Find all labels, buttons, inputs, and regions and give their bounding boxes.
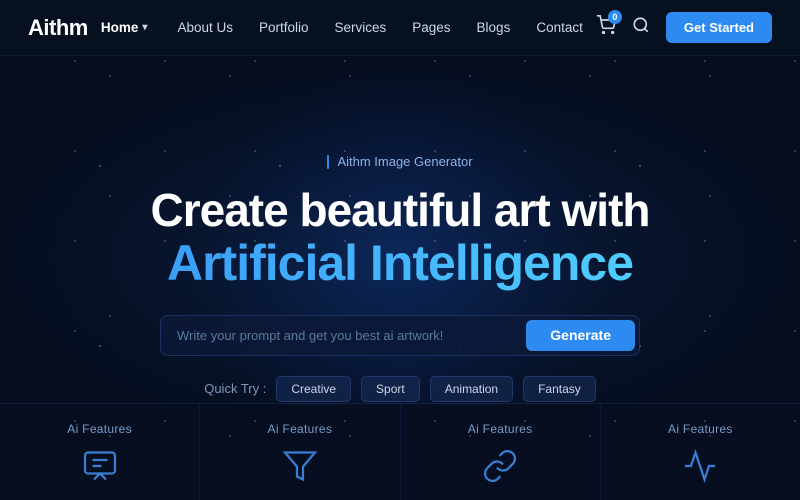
chevron-down-icon: ▾ — [142, 22, 147, 33]
nav-link-home[interactable]: Home ▾ — [101, 20, 152, 35]
feature-label-1: Ai Features — [67, 422, 132, 436]
feature-label-4: Ai Features — [668, 422, 733, 436]
feature-label-2: Ai Features — [268, 422, 333, 436]
nav-link-services[interactable]: Services — [335, 20, 387, 35]
nav-logo: Aithm — [28, 15, 88, 41]
prompt-input[interactable] — [161, 316, 522, 355]
generate-button[interactable]: Generate — [526, 320, 635, 351]
hero-title: Create beautiful art with Artificial Int… — [151, 185, 650, 291]
hero-section: Aithm Image Generator Create beautiful a… — [0, 56, 800, 500]
quick-try-label: Quick Try : — [204, 381, 266, 396]
search-icon[interactable] — [632, 16, 650, 39]
nav-item-blogs[interactable]: Blogs — [477, 19, 511, 37]
nav-item-portfolio[interactable]: Portfolio — [259, 19, 309, 37]
cart-button[interactable]: 0 — [596, 15, 616, 40]
link-icon — [480, 446, 520, 486]
quick-tag-creative[interactable]: Creative — [276, 376, 351, 402]
nav-link-pages[interactable]: Pages — [412, 20, 450, 35]
hero-content: Aithm Image Generator Create beautiful a… — [151, 154, 650, 402]
nav-link-contact[interactable]: Contact — [536, 20, 583, 35]
nav-link-portfolio[interactable]: Portfolio — [259, 20, 309, 35]
nav-item-contact[interactable]: Contact — [536, 19, 583, 37]
nav-link-blogs[interactable]: Blogs — [477, 20, 511, 35]
feature-card-2: Ai Features — [200, 404, 400, 500]
nav-actions: 0 Get Started — [596, 12, 772, 43]
get-started-button[interactable]: Get Started — [666, 12, 772, 43]
chat-icon — [80, 446, 120, 486]
label-bar — [327, 155, 329, 169]
nav-link-about[interactable]: About Us — [177, 20, 233, 35]
nav-item-pages[interactable]: Pages — [412, 19, 450, 37]
feature-card-3: Ai Features — [401, 404, 601, 500]
hero-search-wrap: Generate — [160, 315, 640, 356]
nav-item-home[interactable]: Home ▾ — [101, 20, 152, 35]
nav-links: Home ▾ About Us Portfolio Services Pages… — [101, 19, 583, 37]
filter-icon — [280, 446, 320, 486]
feature-label-3: Ai Features — [468, 422, 533, 436]
nav-item-about[interactable]: About Us — [177, 19, 233, 37]
quick-tag-sport[interactable]: Sport — [361, 376, 420, 402]
quick-try: Quick Try : Creative Sport Animation Fan… — [204, 376, 596, 402]
navbar: Aithm Home ▾ About Us Portfolio Services… — [0, 0, 800, 56]
quick-tag-animation[interactable]: Animation — [430, 376, 513, 402]
quick-tag-fantasy[interactable]: Fantasy — [523, 376, 596, 402]
nav-item-services[interactable]: Services — [335, 19, 387, 37]
feature-card-4: Ai Features — [601, 404, 800, 500]
hero-label: Aithm Image Generator — [327, 154, 472, 169]
feature-card-1: Ai Features — [0, 404, 200, 500]
cart-badge: 0 — [608, 10, 622, 24]
chart-icon — [680, 446, 720, 486]
hero-title-ai: Artificial Intelligence — [151, 236, 650, 291]
features-row: Ai Features Ai Features Ai Features — [0, 403, 800, 500]
